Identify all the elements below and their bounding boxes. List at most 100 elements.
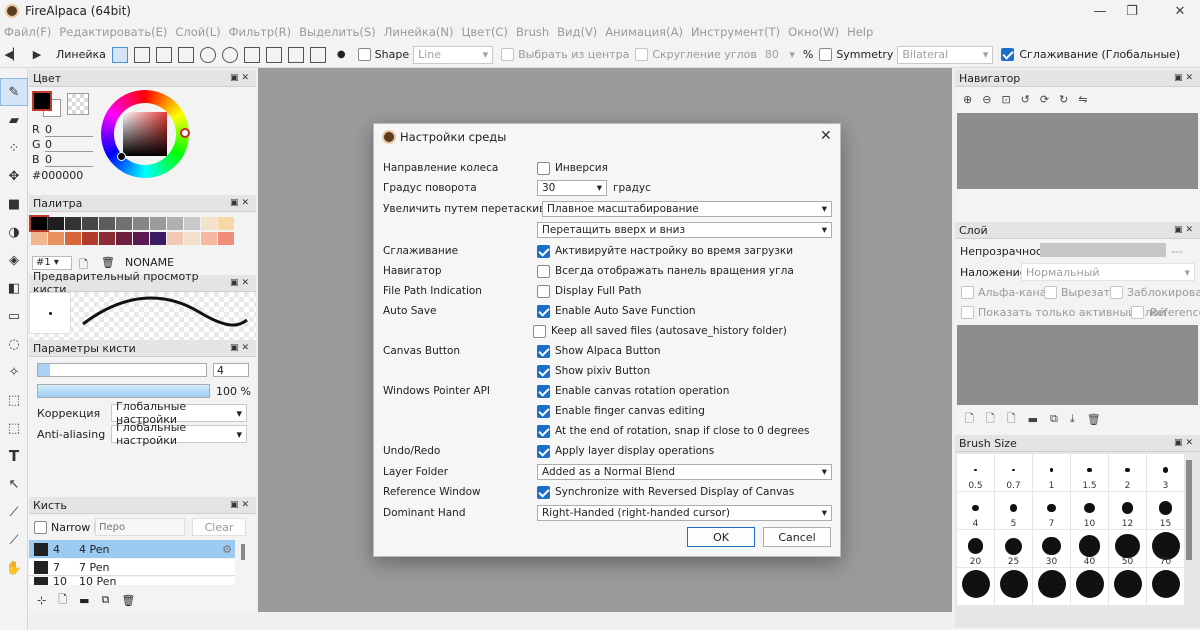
- scroll-left-icon[interactable]: ◀▏: [4, 46, 22, 64]
- menu-select[interactable]: Выделить(S): [299, 25, 376, 39]
- menu-view[interactable]: Вид(V): [557, 25, 597, 39]
- flip-icon[interactable]: ⇋: [1078, 93, 1087, 106]
- brush-size-cell[interactable]: 10: [1071, 492, 1108, 529]
- brush-size-cell[interactable]: 0.7: [995, 454, 1032, 491]
- canvas-rotation-checkbox[interactable]: [537, 384, 550, 398]
- brush-item[interactable]: 77 Pen: [29, 559, 235, 576]
- brush-size-cell[interactable]: 25: [995, 530, 1032, 567]
- scroll-right-icon[interactable]: ▶: [28, 46, 46, 64]
- palette-swatch[interactable]: [48, 217, 64, 230]
- maximize-icon[interactable]: ❐: [1112, 0, 1152, 22]
- brush-size-slider[interactable]: [37, 363, 207, 377]
- show-active-checkbox[interactable]: [961, 306, 974, 319]
- navigator-preview[interactable]: [957, 113, 1198, 189]
- brush-size-cell[interactable]: [957, 568, 994, 605]
- palette-swatch[interactable]: [82, 217, 98, 230]
- round-corners-value[interactable]: 80 ▾: [761, 46, 799, 64]
- palette-swatch[interactable]: [167, 217, 183, 230]
- pixiv-button-checkbox[interactable]: [537, 364, 550, 378]
- color-picker-handle[interactable]: [117, 152, 126, 161]
- snap-rotation-checkbox[interactable]: [537, 424, 550, 438]
- menu-filter[interactable]: Фильтр(R): [229, 25, 291, 39]
- brush-size-value[interactable]: 4: [213, 363, 249, 377]
- divide-tool-icon[interactable]: ⟋: [0, 498, 28, 526]
- bucket-tool-icon[interactable]: ◈: [0, 246, 28, 274]
- navigator-rotation-checkbox[interactable]: [537, 264, 550, 278]
- correction-dropdown[interactable]: Глобальные настройки ▾: [111, 400, 247, 426]
- new-brush-icon[interactable]: 🗋: [58, 591, 67, 610]
- palette-swatch[interactable]: [31, 232, 47, 245]
- keep-history-checkbox[interactable]: [533, 324, 546, 338]
- select-eraser-icon[interactable]: ⬚: [0, 414, 28, 442]
- palette-swatch[interactable]: [201, 217, 217, 230]
- clip-checkbox[interactable]: [1044, 286, 1057, 299]
- palette-delete-icon[interactable]: 🗑: [101, 256, 115, 269]
- g-value[interactable]: 0: [45, 138, 93, 152]
- zoom-fit-icon[interactable]: ⊡: [1001, 93, 1010, 106]
- palette-swatch[interactable]: [65, 217, 81, 230]
- ruler-none-icon[interactable]: [111, 46, 128, 63]
- panel-controls-icon[interactable]: ▣✕: [230, 73, 252, 83]
- brush-item[interactable]: 44 Pen ⚙: [29, 540, 235, 558]
- palette-index-select[interactable]: #1 ▾: [32, 256, 72, 270]
- duplicate-brush-icon[interactable]: ⧉: [101, 593, 109, 607]
- r-value[interactable]: 0: [45, 123, 93, 137]
- select-rect-icon[interactable]: ▭: [0, 302, 28, 330]
- palette-swatch[interactable]: [82, 232, 98, 245]
- palette-new-icon[interactable]: 🗋: [79, 256, 88, 275]
- layer-list[interactable]: [957, 325, 1198, 405]
- ruler-ellipse-icon[interactable]: [199, 46, 216, 63]
- brush-opacity-slider[interactable]: [37, 384, 210, 398]
- operation-tool-icon[interactable]: ↖: [0, 470, 28, 498]
- select-pen-icon[interactable]: ⬚: [0, 386, 28, 414]
- palette-swatch[interactable]: [184, 232, 200, 245]
- wheel-invert-checkbox[interactable]: [537, 161, 550, 175]
- brush-size-scrollbar[interactable]: [1186, 460, 1192, 560]
- palette-swatch[interactable]: [150, 217, 166, 230]
- reference-checkbox[interactable]: [1131, 306, 1144, 319]
- brush-size-cell[interactable]: [995, 568, 1032, 605]
- brush-size-cell[interactable]: 40: [1071, 530, 1108, 567]
- autosave-checkbox[interactable]: [537, 304, 550, 318]
- eraser-tool-icon[interactable]: ▰: [0, 106, 28, 134]
- panel-controls-icon[interactable]: ▣✕: [1174, 225, 1196, 235]
- text-tool-icon[interactable]: T: [0, 442, 28, 470]
- lasso-icon[interactable]: ◌: [0, 330, 28, 358]
- menu-color[interactable]: Цвет(C): [461, 25, 507, 39]
- palette-swatch[interactable]: [201, 232, 217, 245]
- close-window-icon[interactable]: ✕: [1160, 0, 1200, 22]
- palette-swatch[interactable]: [184, 217, 200, 230]
- palette-swatch[interactable]: [133, 232, 149, 245]
- ruler-parallel-icon[interactable]: [133, 46, 150, 63]
- ruler-concentric-icon[interactable]: [221, 46, 238, 63]
- brush-size-cell[interactable]: [1033, 568, 1070, 605]
- alpaca-button-checkbox[interactable]: [537, 344, 550, 358]
- ruler-cross-icon[interactable]: [155, 46, 172, 63]
- gradient-tool-icon[interactable]: ◧: [0, 274, 28, 302]
- move-tool-icon[interactable]: ✥: [0, 162, 28, 190]
- full-path-checkbox[interactable]: [537, 284, 550, 298]
- palette-swatch[interactable]: [29, 215, 49, 232]
- palette-swatch[interactable]: [116, 232, 132, 245]
- brush-search-input[interactable]: [95, 518, 185, 536]
- ruler-radial-icon[interactable]: [243, 46, 260, 63]
- smoothing-checkbox[interactable]: [1001, 48, 1015, 61]
- brush-tool-icon[interactable]: ✎: [0, 78, 28, 106]
- new-1bit-layer-icon[interactable]: 🗋: [1007, 410, 1016, 429]
- brush-size-cell[interactable]: 1: [1033, 454, 1070, 491]
- palette-swatch[interactable]: [99, 232, 115, 245]
- brush-size-cell[interactable]: 1.5: [1071, 454, 1108, 491]
- dominant-hand-dropdown[interactable]: Right-Handed (right-handed cursor) ▾: [537, 505, 832, 521]
- primary-color-swatch[interactable]: [32, 91, 52, 111]
- delete-brush-icon[interactable]: 🗑: [121, 594, 135, 607]
- brush-size-cell[interactable]: 30: [1033, 530, 1070, 567]
- ruler-dot-icon[interactable]: ●: [337, 49, 346, 60]
- reference-sync-checkbox[interactable]: [537, 485, 550, 499]
- palette-swatch[interactable]: [48, 232, 64, 245]
- palette-swatch[interactable]: [99, 217, 115, 230]
- palette-swatch[interactable]: [65, 232, 81, 245]
- panel-controls-icon[interactable]: ▣✕: [230, 278, 252, 288]
- cancel-button[interactable]: Cancel: [763, 527, 831, 547]
- palette-swatch[interactable]: [150, 232, 166, 245]
- menu-layer[interactable]: Слой(L): [175, 25, 220, 39]
